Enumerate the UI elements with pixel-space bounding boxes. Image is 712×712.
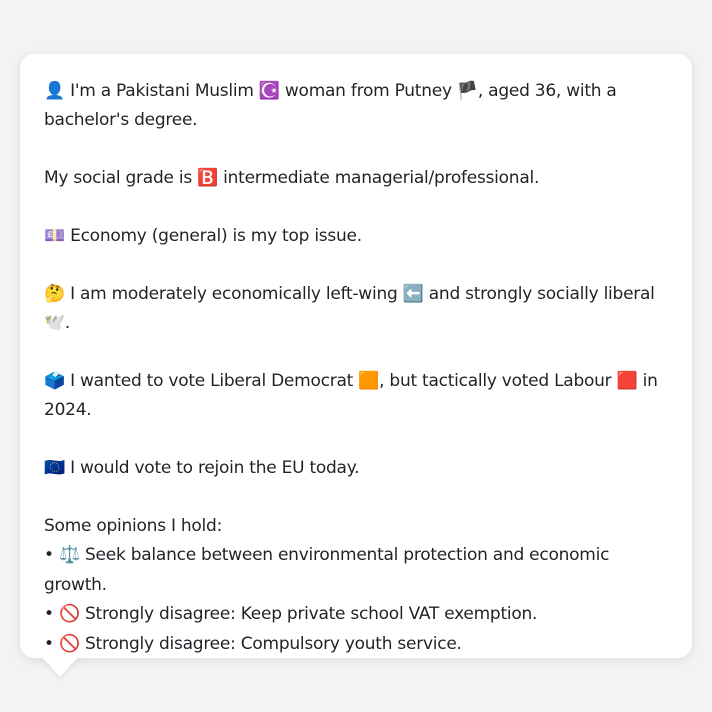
vote-text: , but tactically voted Labour bbox=[379, 371, 617, 391]
list-item: • ⚖️ Seek balance between environmental … bbox=[44, 541, 668, 600]
star-crescent-icon: ☪️ bbox=[258, 81, 280, 101]
prohibited-icon: 🚫 bbox=[58, 604, 80, 624]
list-item: • 🚫 Strongly disagree: Keep private scho… bbox=[44, 600, 668, 630]
ideology-line: 🤔 I am moderately economically left-wing… bbox=[44, 280, 668, 338]
person-icon: 👤 bbox=[44, 81, 65, 101]
ideology-text: I am moderately economically left-wing bbox=[64, 284, 403, 304]
persona-message-bubble: 👤 I'm a Pakistani Muslim ☪️ woman from P… bbox=[20, 54, 692, 658]
ideology-text: and strongly socially liberal bbox=[423, 284, 655, 304]
ballot-box-icon: 🗳️ bbox=[44, 371, 65, 391]
pound-banknote-icon: 💷 bbox=[44, 226, 65, 246]
b-button-icon: 🅱️ bbox=[197, 168, 219, 188]
opinion-text: Seek balance between environmental prote… bbox=[44, 545, 610, 595]
eu-text: I would vote to rejoin the EU today. bbox=[64, 458, 360, 478]
identity-text: I'm a Pakistani Muslim bbox=[64, 81, 259, 101]
bullet: • bbox=[44, 633, 59, 654]
eu-line: 🇪🇺 I would vote to rejoin the EU today. bbox=[44, 454, 668, 483]
vote-text: I wanted to vote Liberal Democrat bbox=[64, 371, 359, 391]
identity-text: woman from Putney bbox=[279, 81, 457, 101]
red-square-icon: 🟥 bbox=[616, 371, 638, 391]
top-issue-line: 💷 Economy (general) is my top issue. bbox=[44, 222, 668, 251]
bullet: • bbox=[44, 545, 59, 565]
england-flag-icon: 🏴 bbox=[456, 81, 478, 101]
opinion-text: Strongly disagree: Compulsory youth serv… bbox=[79, 633, 462, 654]
opinions-heading: Some opinions I hold: bbox=[44, 516, 223, 536]
vote-line: 🗳️ I wanted to vote Liberal Democrat 🟧, … bbox=[44, 367, 668, 425]
social-grade-line: My social grade is 🅱️ intermediate manag… bbox=[44, 164, 668, 193]
dove-icon: 🕊️ bbox=[44, 313, 65, 333]
balance-scale-icon: ⚖️ bbox=[58, 545, 80, 565]
orange-square-icon: 🟧 bbox=[358, 371, 380, 391]
prohibited-icon: 🚫 bbox=[58, 633, 80, 654]
bullet: • bbox=[44, 604, 59, 624]
identity-line: 👤 I'm a Pakistani Muslim ☪️ woman from P… bbox=[44, 77, 668, 135]
social-grade-text: My social grade is bbox=[44, 168, 198, 188]
list-item: • 🚫 Strongly disagree: Compulsory youth … bbox=[44, 630, 668, 660]
top-issue-text: Economy (general) is my top issue. bbox=[64, 226, 362, 246]
opinions-list: • ⚖️ Seek balance between environmental … bbox=[44, 541, 668, 659]
social-grade-text: intermediate managerial/professional. bbox=[218, 168, 540, 188]
opinion-text: Strongly disagree: Keep private school V… bbox=[79, 604, 538, 624]
left-arrow-icon: ⬅️ bbox=[402, 284, 424, 304]
thinking-face-icon: 🤔 bbox=[44, 284, 65, 304]
ideology-text: . bbox=[64, 313, 71, 333]
bubble-tail bbox=[40, 655, 80, 677]
eu-flag-icon: 🇪🇺 bbox=[44, 458, 65, 478]
